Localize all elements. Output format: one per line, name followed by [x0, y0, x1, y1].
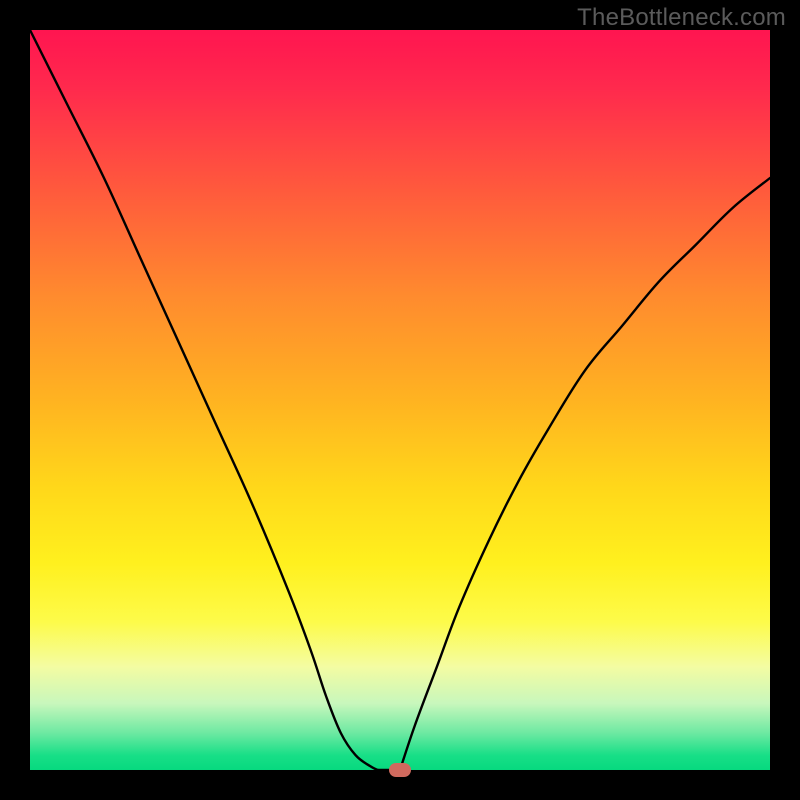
- curve-left: [30, 30, 378, 770]
- curve-right: [400, 178, 770, 770]
- plot-area: [30, 30, 770, 770]
- minimum-marker: [389, 763, 411, 777]
- watermark-text: TheBottleneck.com: [577, 4, 786, 32]
- chart-frame: TheBottleneck.com: [0, 0, 800, 800]
- curve-svg: [30, 30, 770, 770]
